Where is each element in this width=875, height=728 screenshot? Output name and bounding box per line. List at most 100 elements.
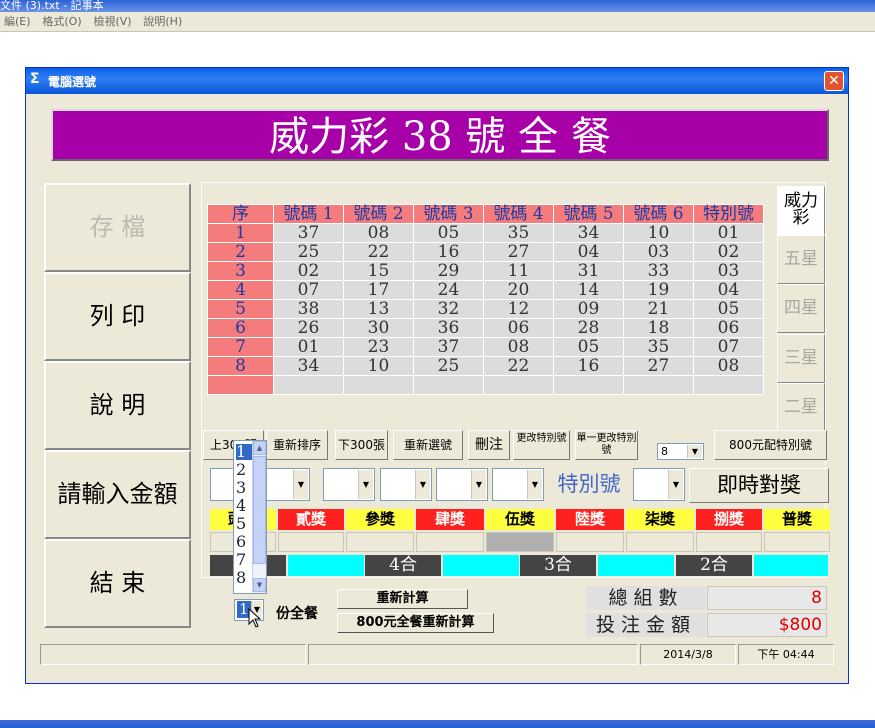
help-button[interactable]: 說 明 (44, 361, 191, 450)
number-cell[interactable]: 09 (553, 299, 624, 319)
number-cell[interactable]: 14 (553, 280, 624, 300)
table-row[interactable]: 2 25 22 16 27 04 03 02 (207, 242, 764, 262)
number-cell[interactable]: 16 (553, 356, 624, 376)
special-cell[interactable]: 02 (693, 242, 764, 262)
reselect-button[interactable]: 重新選號 (393, 430, 463, 460)
check-select-2[interactable]: ▼ (323, 468, 375, 501)
table-row[interactable]: 1 37 08 05 35 34 10 01 (207, 223, 764, 243)
chevron-down-icon[interactable]: ▼ (668, 470, 683, 499)
number-cell[interactable]: 37 (413, 337, 484, 357)
table-row[interactable]: 4 07 17 24 20 14 19 04 (207, 280, 764, 300)
number-cell[interactable]: 16 (413, 242, 484, 262)
number-cell[interactable]: 18 (623, 318, 694, 338)
number-cell[interactable]: 29 (413, 261, 484, 281)
number-cell[interactable]: 32 (413, 299, 484, 319)
check-select-5[interactable]: ▼ (492, 468, 544, 501)
chevron-down-icon[interactable]: ▼ (527, 470, 542, 499)
number-cell[interactable]: 34 (273, 356, 344, 376)
number-cell[interactable]: 36 (413, 318, 484, 338)
single-change-special-button[interactable]: 單一更改特別號 (575, 430, 638, 460)
number-cell[interactable]: 25 (273, 242, 344, 262)
special-cell[interactable]: 04 (693, 280, 764, 300)
number-cell[interactable]: 37 (273, 223, 344, 243)
number-cell[interactable]: 25 (413, 356, 484, 376)
delete-bet-button[interactable]: 刪注 (468, 430, 510, 460)
number-cell[interactable]: 24 (413, 280, 484, 300)
window-titlebar[interactable]: Σ 電腦選號 ✕ (26, 68, 848, 94)
scrollbar-thumb[interactable] (253, 456, 266, 564)
recalculate-button[interactable]: 重新計算 (337, 589, 468, 609)
special-cell[interactable]: 08 (693, 356, 764, 376)
header-num5[interactable]: 號碼 5 (553, 204, 624, 224)
number-cell[interactable]: 19 (623, 280, 694, 300)
number-cell[interactable]: 31 (553, 261, 624, 281)
tab-four-star[interactable]: 四星 (777, 284, 825, 333)
number-cell[interactable]: 10 (623, 223, 694, 243)
number-cell[interactable]: 21 (623, 299, 694, 319)
number-cell[interactable]: 08 (483, 337, 554, 357)
menu-view[interactable]: 檢視(V) (89, 12, 135, 32)
print-button[interactable]: 列 印 (44, 272, 191, 361)
number-cell[interactable]: 28 (553, 318, 624, 338)
number-cell[interactable]: 22 (343, 242, 414, 262)
chevron-down-icon[interactable]: ▼ (471, 470, 486, 499)
header-seq[interactable]: 序 (207, 204, 274, 224)
chevron-up-icon[interactable]: ▲ (253, 441, 266, 455)
special-number-select[interactable]: ▼ (633, 468, 685, 501)
check-select-4[interactable]: ▼ (436, 468, 488, 501)
dropdown-scrollbar[interactable]: ▲ ▼ (252, 441, 266, 593)
number-cell[interactable]: 03 (623, 242, 694, 262)
header-num2[interactable]: 號碼 2 (343, 204, 414, 224)
number-cell[interactable]: 12 (483, 299, 554, 319)
special-cell[interactable]: 05 (693, 299, 764, 319)
chevron-down-icon[interactable]: ▼ (253, 578, 266, 592)
header-special[interactable]: 特別號 (693, 204, 764, 224)
chevron-down-icon[interactable]: ▼ (687, 445, 702, 458)
special-cell[interactable]: 06 (693, 318, 764, 338)
menu-format[interactable]: 格式(O) (38, 12, 85, 32)
special-cell[interactable]: 03 (693, 261, 764, 281)
menu-help[interactable]: 說明(H) (139, 12, 186, 32)
number-cell[interactable]: 26 (273, 318, 344, 338)
tab-power-lottery[interactable]: 威力彩 (777, 186, 825, 235)
number-cell[interactable]: 02 (273, 261, 344, 281)
count-select[interactable]: 8 ▼ (657, 443, 704, 460)
close-button[interactable]: ✕ (824, 71, 844, 91)
number-cell[interactable]: 10 (343, 356, 414, 376)
number-cell[interactable]: 27 (623, 356, 694, 376)
number-cell[interactable]: 22 (483, 356, 554, 376)
number-cell[interactable]: 27 (483, 242, 554, 262)
special-cell[interactable]: 01 (693, 223, 764, 243)
number-cell[interactable]: 13 (343, 299, 414, 319)
table-row[interactable]: 8 34 10 25 22 16 27 08 (207, 356, 764, 376)
tab-two-star[interactable]: 二星 (777, 383, 825, 432)
number-cell[interactable]: 01 (273, 337, 344, 357)
special-cell[interactable]: 07 (693, 337, 764, 357)
instant-check-button[interactable]: 即時對獎 (689, 468, 829, 503)
header-num3[interactable]: 號碼 3 (413, 204, 484, 224)
table-row[interactable]: 3 02 15 29 11 31 33 03 (207, 261, 764, 281)
table-row[interactable]: 5 38 13 32 12 09 21 05 (207, 299, 764, 319)
save-button[interactable]: 存 檔 (44, 183, 191, 272)
number-cell[interactable]: 33 (623, 261, 694, 281)
number-cell[interactable]: 05 (553, 337, 624, 357)
number-cell[interactable]: 30 (343, 318, 414, 338)
header-num4[interactable]: 號碼 4 (483, 204, 554, 224)
number-cell[interactable]: 15 (343, 261, 414, 281)
number-cell[interactable]: 04 (553, 242, 624, 262)
number-cell[interactable]: 20 (483, 280, 554, 300)
change-special-button[interactable]: 更改特別號 (513, 430, 570, 460)
number-cell[interactable]: 08 (343, 223, 414, 243)
tab-three-star[interactable]: 三星 (777, 334, 825, 383)
number-cell[interactable]: 05 (413, 223, 484, 243)
tab-five-star[interactable]: 五星 (777, 235, 825, 284)
number-cell[interactable]: 23 (343, 337, 414, 357)
number-cell[interactable]: 07 (273, 280, 344, 300)
table-row[interactable]: 6 26 30 36 06 28 18 06 (207, 318, 764, 338)
resort-button[interactable]: 重新排序 (266, 430, 328, 460)
header-num1[interactable]: 號碼 1 (273, 204, 344, 224)
check-select-3[interactable]: ▼ (380, 468, 432, 501)
number-cell[interactable]: 11 (483, 261, 554, 281)
number-cell[interactable]: 35 (623, 337, 694, 357)
chevron-down-icon[interactable]: ▼ (415, 470, 430, 499)
